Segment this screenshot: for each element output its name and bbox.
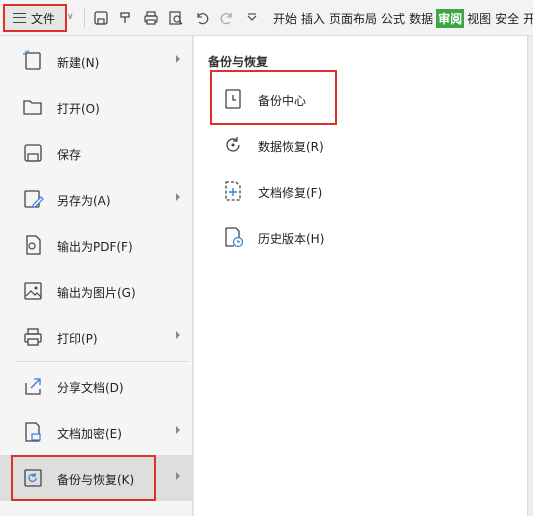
data-recovery-icon — [222, 134, 244, 156]
panel-item-label: 备份中心 — [258, 94, 307, 108]
menu-item-label: 打印(P) — [57, 332, 98, 346]
format-painter-icon[interactable] — [115, 7, 137, 29]
print-icon[interactable] — [140, 7, 162, 29]
panel-title: 备份与恢复 — [208, 55, 269, 69]
file-menu: 新建(N) 打开(O) 保存 另存为(A) 输出为PDF(F) 输出为图片(G)… — [0, 36, 193, 516]
redo-icon[interactable] — [216, 7, 238, 29]
scroll-edge — [527, 36, 533, 516]
open-folder-icon — [22, 96, 44, 118]
document-repair-icon — [222, 180, 244, 202]
tab-review[interactable]: 审阅 — [436, 9, 465, 28]
toolbar-dropdown-icon[interactable]: ∨ — [67, 12, 74, 22]
share-icon — [22, 375, 44, 397]
menu-item-open[interactable]: 打开(O) — [0, 84, 193, 130]
panel-item-document-repair[interactable]: 文档修复(F) — [210, 168, 510, 214]
file-menu-button[interactable]: 文件 — [3, 4, 67, 32]
toolbar-separator — [84, 8, 85, 28]
menu-item-label: 保存 — [57, 148, 82, 162]
panel-item-label: 文档修复(F) — [258, 186, 323, 200]
menu-item-label: 新建(N) — [57, 56, 100, 70]
tab-page-layout[interactable]: 页面布局 — [328, 9, 378, 28]
tab-developer[interactable]: 开 — [522, 9, 533, 28]
backup-restore-icon — [22, 467, 44, 489]
tab-data[interactable]: 数据 — [408, 9, 434, 28]
tab-insert[interactable]: 插入 — [300, 9, 326, 28]
panel-item-backup-center[interactable]: 备份中心 — [210, 76, 510, 122]
menu-item-label: 输出为PDF(F) — [57, 240, 133, 254]
menu-item-print[interactable]: 打印(P) — [0, 314, 193, 360]
tab-security[interactable]: 安全 — [494, 9, 520, 28]
save-icon[interactable] — [90, 7, 112, 29]
menu-item-label: 文档加密(E) — [57, 427, 122, 441]
menu-item-new[interactable]: 新建(N) — [0, 38, 193, 84]
more-dropdown-icon[interactable] — [241, 7, 263, 29]
toolbar: 文件 ∨ 开始 插入 页面布局 公式 数据 审阅 视图 安全 开 — [0, 0, 533, 36]
print-preview-icon[interactable] — [165, 7, 187, 29]
panel-item-data-recovery[interactable]: 数据恢复(R) — [210, 122, 510, 168]
file-menu-label: 文件 — [31, 11, 56, 26]
ribbon-tabs: 开始 插入 页面布局 公式 数据 审阅 视图 安全 开 — [272, 9, 533, 28]
submenu-arrow-icon — [176, 426, 180, 434]
backup-restore-panel: 备份与恢复 备份中心 数据恢复(R) 文档修复(F) 历史版本(H) — [194, 36, 527, 516]
tab-view[interactable]: 视图 — [466, 9, 492, 28]
undo-icon[interactable] — [191, 7, 213, 29]
menu-item-label: 另存为(A) — [57, 194, 111, 208]
menu-item-label: 输出为图片(G) — [57, 286, 136, 300]
submenu-arrow-icon — [176, 193, 180, 201]
submenu-arrow-icon — [176, 472, 180, 480]
menu-item-label: 打开(O) — [57, 102, 100, 116]
menu-item-label: 分享文档(D) — [57, 381, 124, 395]
menu-item-export-image[interactable]: 输出为图片(G) — [0, 268, 193, 314]
menu-item-save-as[interactable]: 另存为(A) — [0, 176, 193, 222]
panel-item-label: 历史版本(H) — [258, 232, 325, 246]
export-pdf-icon — [22, 234, 44, 256]
save-as-icon — [22, 188, 44, 210]
new-icon — [22, 50, 44, 72]
backup-center-icon — [222, 88, 244, 110]
print-icon — [22, 326, 44, 348]
menu-item-encrypt[interactable]: 文档加密(E) — [0, 409, 193, 455]
hamburger-icon — [13, 13, 26, 23]
history-version-icon — [222, 226, 244, 248]
menu-divider — [16, 361, 189, 362]
tab-formulas[interactable]: 公式 — [380, 9, 406, 28]
encrypt-icon — [22, 421, 44, 443]
menu-item-share[interactable]: 分享文档(D) — [0, 363, 193, 409]
panel-item-label: 数据恢复(R) — [258, 140, 324, 154]
menu-item-export-pdf[interactable]: 输出为PDF(F) — [0, 222, 193, 268]
submenu-arrow-icon — [176, 55, 180, 63]
export-image-icon — [22, 280, 44, 302]
save-icon — [22, 142, 44, 164]
menu-item-save[interactable]: 保存 — [0, 130, 193, 176]
menu-item-label: 备份与恢复(K) — [57, 473, 135, 487]
tab-home[interactable]: 开始 — [272, 9, 298, 28]
menu-item-backup-restore[interactable]: 备份与恢复(K) — [0, 455, 193, 501]
submenu-arrow-icon — [176, 331, 180, 339]
panel-item-history-version[interactable]: 历史版本(H) — [210, 214, 510, 260]
